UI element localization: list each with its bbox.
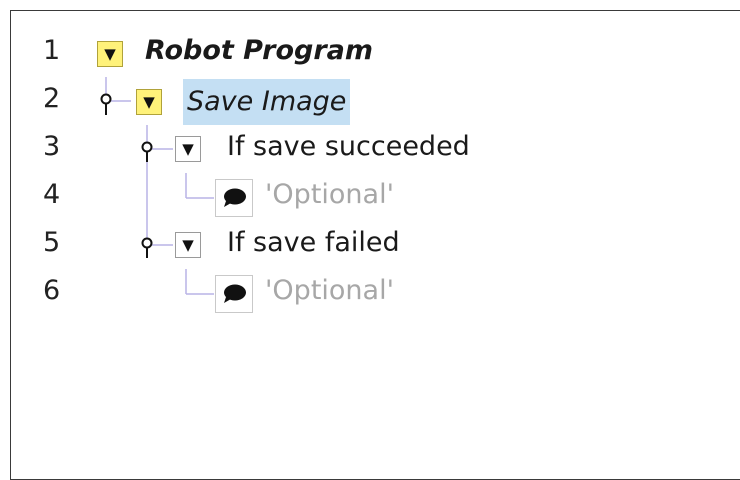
line-number: 3 <box>43 131 61 162</box>
node-label-save-image: Save Image <box>183 79 351 125</box>
expand-toggle-icon[interactable]: ▼ <box>175 136 201 162</box>
expand-toggle-icon[interactable]: ▼ <box>175 232 201 258</box>
line-number: 4 <box>43 179 61 210</box>
pin-icon <box>141 141 153 162</box>
node-label-optional: 'Optional' <box>265 179 395 210</box>
program-tree-panel: 1 ▼ Robot Program 2 ▼ Save Image 3 ▼ If … <box>10 10 740 480</box>
speech-bubble-icon <box>215 275 253 313</box>
node-label-if-save-succeeded: If save succeeded <box>227 131 470 162</box>
pin-icon <box>100 93 112 115</box>
node-label-optional: 'Optional' <box>265 275 395 306</box>
expand-toggle-icon[interactable]: ▼ <box>136 89 162 115</box>
node-label-robot-program: Robot Program <box>145 35 373 66</box>
speech-bubble-icon <box>215 179 253 217</box>
line-number: 5 <box>43 227 61 258</box>
line-number: 6 <box>43 275 61 306</box>
line-number: 1 <box>43 35 61 66</box>
line-number: 2 <box>43 83 61 114</box>
pin-icon <box>141 237 153 258</box>
expand-toggle-icon[interactable]: ▼ <box>97 41 123 67</box>
node-label-if-save-failed: If save failed <box>227 227 400 258</box>
